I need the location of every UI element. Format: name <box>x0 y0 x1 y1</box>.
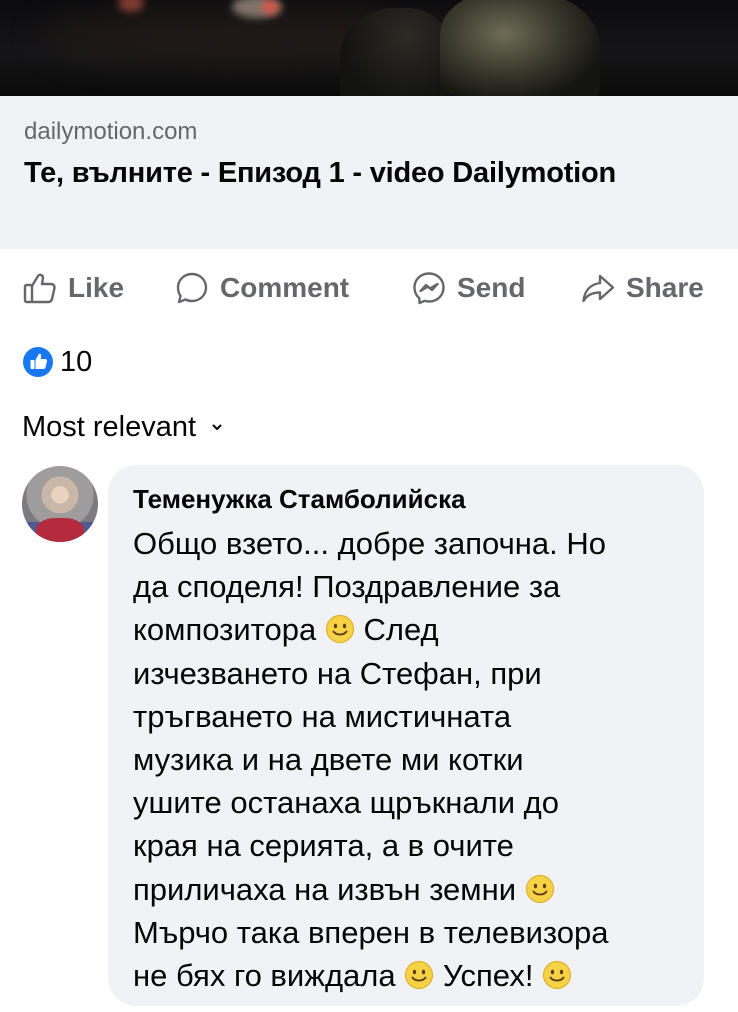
comment-line: Общо взето... добре започна. Но <box>133 526 606 561</box>
comment-line: ушите останаха щръкнали до <box>133 785 559 821</box>
reaction-count: 10 <box>60 345 93 378</box>
comment-line: приличаха на извън земни <box>133 868 699 911</box>
smiley-emoji-icon <box>405 961 434 990</box>
thumbs-up-icon <box>23 273 56 304</box>
link-domain: dailymotion.com <box>24 118 198 145</box>
send-button[interactable]: Send <box>411 262 525 314</box>
comment-text: Общо взето... добре започна. Но да споде… <box>133 522 699 997</box>
send-label: Send <box>457 272 526 303</box>
comment-sort-dropdown[interactable]: Most relevant <box>22 407 224 447</box>
post-action-bar: Like Comment Send Share <box>0 262 738 314</box>
smiley-emoji-icon <box>325 615 354 644</box>
sort-label: Most relevant <box>22 410 197 443</box>
messenger-icon <box>413 272 445 305</box>
share-icon <box>582 274 615 303</box>
link-title[interactable]: Те, вълните - Епизод 1 - video Dailymoti… <box>24 152 704 194</box>
reaction-summary[interactable]: 10 <box>22 344 92 380</box>
like-reaction-icon <box>23 347 53 377</box>
comment-line: да споделя! Поздравление за <box>133 569 561 605</box>
comment-line: композитора След <box>133 612 439 648</box>
comment-line: тръгването на мистичната <box>133 698 512 734</box>
avatar[interactable] <box>22 466 98 542</box>
share-label: Share <box>626 272 704 303</box>
comment-button[interactable]: Comment <box>174 262 349 314</box>
comment-line: не бях го виждала Успех! <box>133 954 699 997</box>
chevron-down-icon <box>212 424 222 430</box>
comment-line: края на серията, а в очите <box>133 828 514 864</box>
comment-line: музика и на двете ми котки <box>133 742 524 778</box>
comment-line: изчезването на Стефан, при <box>133 655 542 691</box>
comment-label: Comment <box>220 272 350 303</box>
comment-author[interactable]: Теменужка Стамболийска <box>133 482 466 516</box>
comment-icon <box>176 272 208 304</box>
comment-line: Мърчо така вперен в телевизора <box>133 914 609 950</box>
like-button[interactable]: Like <box>22 262 124 314</box>
video-thumbnail[interactable] <box>0 0 738 96</box>
share-button[interactable]: Share <box>580 262 704 314</box>
smiley-emoji-icon <box>543 961 572 990</box>
smiley-emoji-icon <box>525 874 554 903</box>
like-label: Like <box>68 272 125 303</box>
